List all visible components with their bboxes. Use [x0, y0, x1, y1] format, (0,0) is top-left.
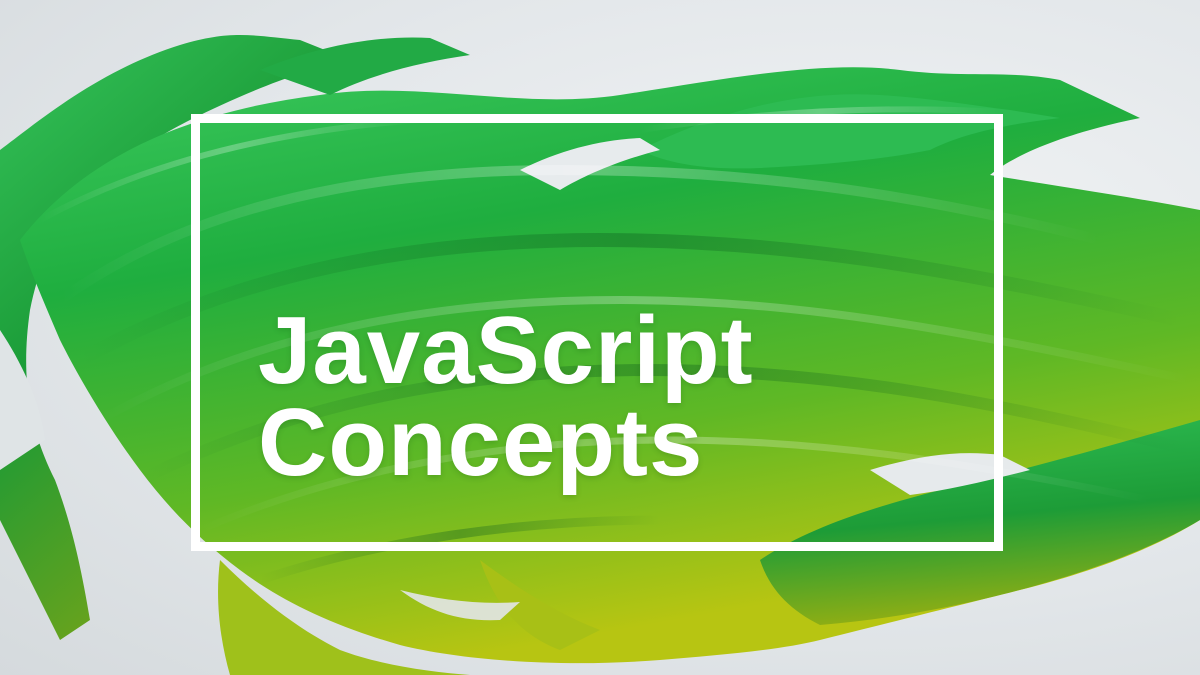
title-line-2: Concepts — [258, 389, 704, 496]
banner-image: JavaScript Concepts — [0, 0, 1200, 675]
page-title: JavaScript Concepts — [258, 297, 754, 496]
title-line-1: JavaScript — [258, 297, 754, 404]
